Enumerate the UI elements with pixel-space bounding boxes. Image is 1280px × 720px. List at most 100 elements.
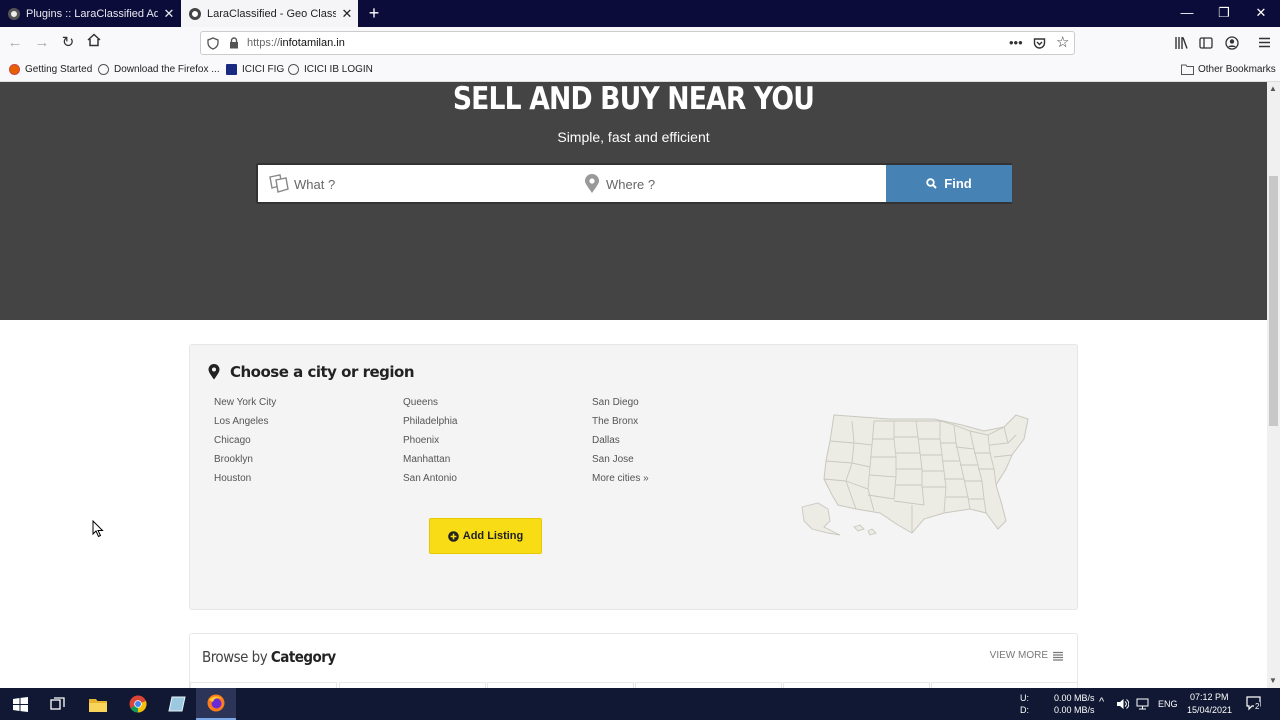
other-bookmarks[interactable]: Other Bookmarks [1181,64,1276,75]
list-icon [1053,651,1063,661]
scroll-down-arrow-icon[interactable]: ▼ [1269,676,1277,685]
hero-banner: SELL AND BUY NEAR YOU Simple, fast and e… [0,82,1267,320]
page-actions-ellipsis-icon[interactable]: ••• [1009,35,1023,50]
window-close-icon[interactable]: ✕ [1246,5,1276,21]
view-more-link[interactable]: VIEW MORE [990,650,1063,661]
city-link[interactable]: Philadelphia [403,416,458,427]
browse-category-panel: Browse by Category VIEW MORE [189,633,1078,688]
city-link[interactable]: San Diego [592,397,639,408]
tag-icon [269,174,289,193]
city-chooser-title-text: Choose a city or region [230,363,415,381]
city-link[interactable]: The Bronx [592,416,638,427]
url-text: https://infotamilan.in [247,37,345,49]
city-link[interactable]: Brooklyn [214,454,253,465]
where-input[interactable]: Where ? [584,174,655,194]
home-icon[interactable] [84,33,104,53]
file-explorer-icon[interactable] [78,688,118,720]
city-link[interactable]: Chicago [214,435,251,446]
browse-category-title: Browse by Category [202,648,336,666]
icici-icon [226,64,237,75]
net-up-label: U: [1020,693,1029,703]
city-link[interactable]: Queens [403,397,438,408]
notifications-count: 2 [1254,702,1261,711]
clock-date[interactable]: 15/04/2021 [1187,705,1232,715]
tab-close-icon[interactable]: ✕ [158,6,180,22]
address-bar[interactable]: https://infotamilan.in ••• ☆ [200,31,1075,55]
tab-title: Plugins :: LaraClassified Admin [26,7,158,20]
minimize-icon[interactable]: — [1172,5,1202,20]
notifications-icon[interactable]: 2 [1246,696,1262,711]
city-link[interactable]: Dallas [592,435,620,446]
restore-icon[interactable]: ❐ [1209,5,1239,21]
net-up-speed: 0.00 MB/s [1054,693,1095,703]
more-cities-link[interactable]: More cities » [592,473,649,484]
tab-laraclassified-active[interactable]: LaraClassified - Geo Classified A ✕ [181,0,358,27]
app-icon[interactable] [157,688,197,720]
category-title-light: Browse by [202,648,271,666]
account-icon[interactable] [1225,36,1239,50]
add-listing-label: Add Listing [462,530,524,542]
clock-time[interactable]: 07:12 PM [1190,692,1229,702]
bookmark-download-firefox[interactable]: Download the Firefox ... [98,64,220,75]
bookmark-icici-ib-login[interactable]: ICICI IB LOGIN [288,64,373,75]
reload-icon[interactable]: ↻ [58,33,78,53]
find-label: Find [944,176,972,191]
city-chooser-panel: Choose a city or region New York City Lo… [189,344,1078,610]
city-link[interactable]: Houston [214,473,251,484]
city-link[interactable]: Manhattan [403,454,450,465]
us-map-image[interactable] [794,409,1030,539]
where-placeholder: Where ? [606,176,656,192]
tab-close-icon[interactable]: ✕ [336,6,358,22]
find-button[interactable]: Find [886,165,1012,202]
pocket-icon[interactable] [1033,37,1046,50]
windows-taskbar: U: D: 0.00 MB/s 0.00 MB/s ^ ENG 07:12 PM… [0,688,1280,720]
net-down-label: D: [1020,705,1029,715]
city-link[interactable]: New York City [214,397,276,408]
vertical-scrollbar[interactable]: ▲ ▼ [1267,82,1280,688]
bookmark-label: Other Bookmarks [1198,64,1276,75]
what-input[interactable]: What ? [268,174,335,194]
bookmark-getting-started[interactable]: Getting Started [9,64,92,75]
mouse-cursor-icon [92,520,104,538]
city-link[interactable]: Los Angeles [214,416,269,427]
scroll-up-arrow-icon[interactable]: ▲ [1269,84,1277,93]
tab-favicon-icon [8,7,20,20]
city-link[interactable]: Phoenix [403,435,439,446]
task-view-icon[interactable] [38,688,78,720]
shield-icon[interactable] [207,37,219,50]
lock-icon[interactable] [229,37,239,49]
new-tab-plus-icon[interactable]: + [364,3,384,24]
tab-favicon-icon [189,7,201,20]
library-icon[interactable] [1174,36,1188,50]
view-more-label: VIEW MORE [989,650,1048,661]
sidebar-toggle-icon[interactable] [1199,36,1213,50]
folder-icon [1181,64,1194,75]
add-listing-button[interactable]: Add Listing [429,518,542,554]
city-chooser-title: Choose a city or region [208,363,415,381]
tray-chevron-up-icon[interactable]: ^ [1099,696,1104,708]
scrollbar-thumb[interactable] [1269,176,1278,426]
language-indicator[interactable]: ENG [1158,699,1178,709]
hamburger-menu-icon[interactable] [1258,36,1271,49]
city-link[interactable]: San Jose [592,454,634,465]
category-title-bold: Category [270,648,336,666]
speaker-icon[interactable] [1116,698,1129,710]
city-link[interactable]: San Antonio [403,473,457,484]
browser-nav-bar: ← → ↻ https://infotamilan.in ••• ☆ [0,27,1280,58]
search-bar: What ? Where ? Find [256,163,1012,204]
chrome-icon[interactable] [118,688,158,720]
windows-start-icon[interactable] [0,688,40,720]
bookmark-icici-fig[interactable]: ICICI FIG [226,64,284,75]
forward-arrow-icon[interactable]: → [32,33,52,53]
back-arrow-icon[interactable]: ← [5,33,25,53]
net-down-speed: 0.00 MB/s [1054,705,1095,715]
bookmark-label: ICICI FIG [242,64,285,75]
browser-tab-strip: Plugins :: LaraClassified Admin ✕ LaraCl… [0,0,1280,27]
firefox-taskbar-icon[interactable] [196,688,236,720]
bookmark-star-icon[interactable]: ☆ [1056,33,1069,51]
network-icon[interactable] [1136,698,1149,710]
search-icon [926,178,937,189]
tab-plugins-admin[interactable]: Plugins :: LaraClassified Admin ✕ [0,0,180,27]
page-viewport: SELL AND BUY NEAR YOU Simple, fast and e… [0,82,1267,688]
hero-subtitle: Simple, fast and efficient [557,129,710,145]
